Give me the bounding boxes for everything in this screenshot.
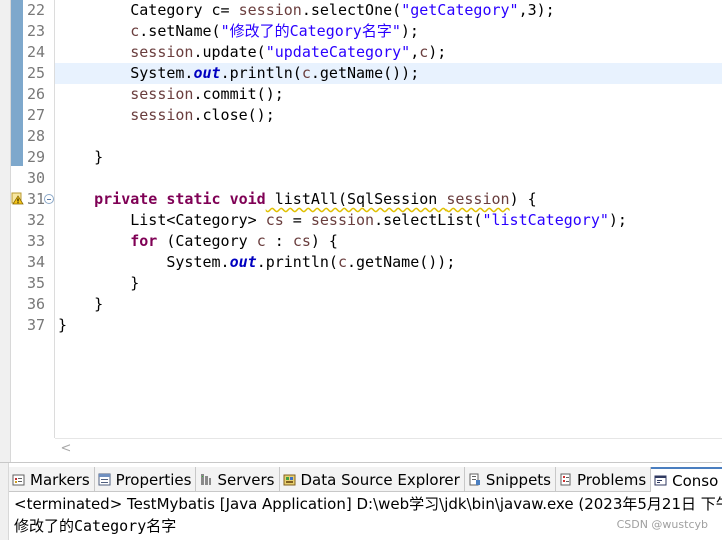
- code-line-24: session.update("updateCategory",c);: [130, 43, 447, 61]
- code-line-37: }: [58, 316, 68, 334]
- line-number: 29: [26, 148, 45, 166]
- tab-label: Markers: [30, 470, 90, 489]
- tab-markers[interactable]: Markers: [9, 467, 95, 492]
- line-number: 32: [26, 211, 45, 229]
- horizontal-scrollbar[interactable]: <: [55, 438, 722, 460]
- snippets-icon: [469, 473, 480, 486]
- code-line-26: session.commit();: [130, 85, 284, 103]
- tab-problems[interactable]: Problems: [556, 467, 652, 492]
- fold-collapse-icon[interactable]: [44, 194, 54, 204]
- console-output-text[interactable]: 修改了的Category名字: [14, 515, 176, 537]
- console-process-header: <terminated> TestMybatis [Java Applicati…: [14, 495, 722, 513]
- servers-icon: [201, 474, 212, 485]
- tab-snippets[interactable]: Snippets: [465, 467, 556, 492]
- code-line-25: System.out.println(c.getName());: [130, 64, 420, 82]
- line-number: 31: [26, 190, 45, 208]
- code-editor[interactable]: 22 23 24 25 26 27 28 29 30 31 32 33 34 3…: [0, 0, 722, 462]
- code-line-35: }: [130, 274, 140, 292]
- tab-label: Snippets: [485, 470, 551, 489]
- view-tab-bar: Markers Properties Servers Data Source E…: [9, 467, 722, 492]
- line-number: 33: [26, 232, 45, 250]
- tab-data-source-explorer[interactable]: Data Source Explorer: [280, 467, 465, 492]
- code-line-22: Category c= session.selectOne("getCatego…: [130, 1, 555, 19]
- tab-properties[interactable]: Properties: [95, 467, 197, 492]
- watermark: CSDN @wustcyb: [616, 518, 708, 531]
- tab-servers[interactable]: Servers: [196, 467, 280, 492]
- line-number: 37: [26, 316, 45, 334]
- tab-label: Servers: [217, 470, 275, 489]
- code-line-23: c.setName("修改了的Category名字");: [130, 22, 419, 40]
- code-line-27: session.close();: [130, 106, 275, 124]
- line-number: 36: [26, 295, 45, 313]
- console-icon: [654, 475, 667, 486]
- warning-icon[interactable]: [11, 192, 24, 205]
- code-line-33: for (Category c : cs) {: [130, 232, 338, 250]
- markers-icon: [12, 474, 25, 486]
- code-line-34: System.out.println(c.getName());: [166, 253, 456, 271]
- code-line-36: }: [94, 295, 104, 313]
- code-line-29: }: [94, 148, 104, 166]
- line-number: 28: [26, 127, 45, 145]
- tab-label: Properties: [115, 470, 192, 489]
- editor-left-frame: [0, 0, 11, 462]
- tab-label: Data Source Explorer: [300, 470, 460, 489]
- problems-icon: [560, 473, 571, 486]
- line-number: 30: [26, 169, 45, 187]
- data-source-icon: [283, 474, 295, 486]
- properties-icon: [98, 473, 111, 486]
- scroll-left-arrow-icon[interactable]: <: [59, 442, 73, 456]
- line-number: 24: [26, 43, 45, 61]
- line-number: 26: [26, 85, 45, 103]
- panel-left-frame: [0, 463, 9, 540]
- tab-label: Conso: [672, 471, 719, 490]
- tab-label: Problems: [577, 470, 647, 489]
- line-number: 35: [26, 274, 45, 292]
- line-number: 25: [26, 64, 45, 82]
- line-number: 34: [26, 253, 45, 271]
- code-line-32: List<Category> cs = session.selectList("…: [130, 211, 627, 229]
- line-number: 27: [26, 106, 45, 124]
- change-ruler-marker: [11, 0, 23, 166]
- line-number: 23: [26, 22, 45, 40]
- code-line-31: private static void listAll(SqlSession s…: [94, 190, 537, 208]
- line-number: 22: [26, 1, 45, 19]
- tab-console[interactable]: Conso: [651, 467, 722, 492]
- bottom-views-panel: Markers Properties Servers Data Source E…: [0, 462, 722, 540]
